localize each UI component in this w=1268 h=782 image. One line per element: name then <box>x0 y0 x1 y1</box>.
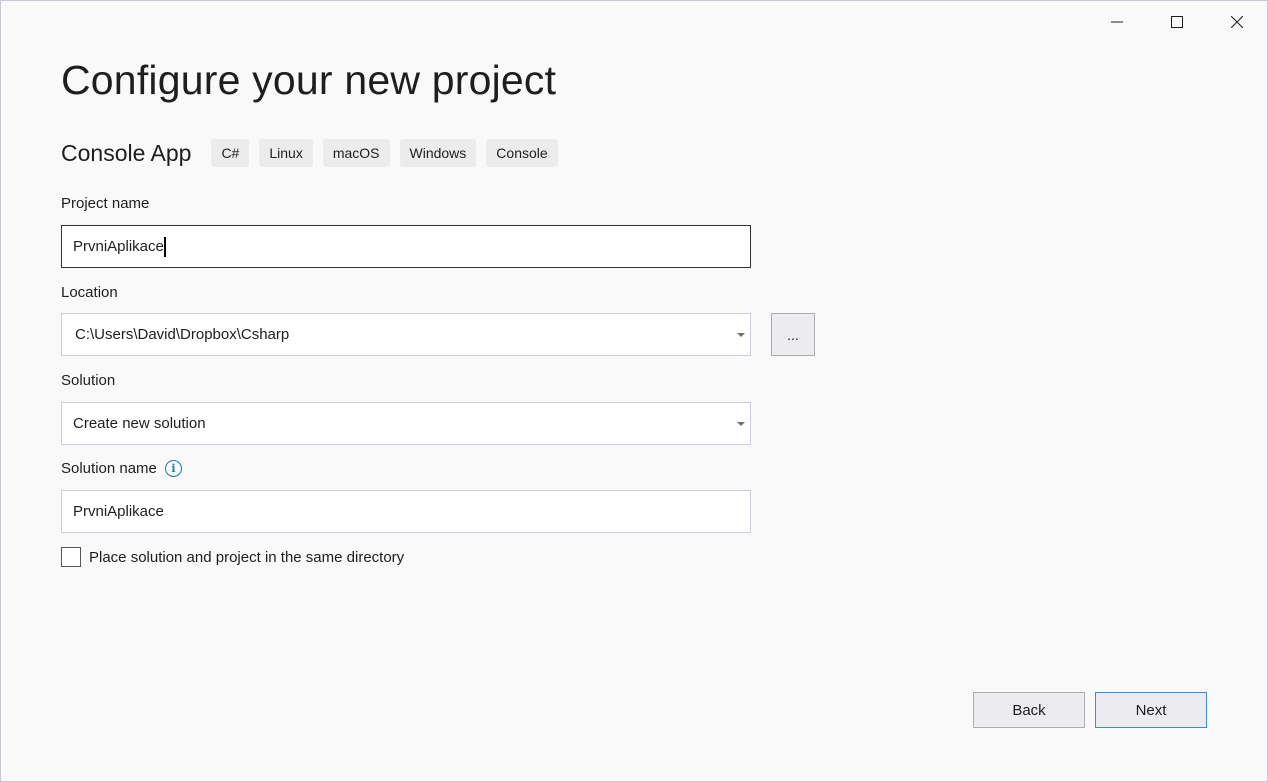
maximize-button[interactable] <box>1147 1 1207 43</box>
window-controls <box>1087 1 1267 43</box>
project-name-value: PrvniAplikace <box>73 238 164 255</box>
minimize-button[interactable] <box>1087 1 1147 43</box>
page-title: Configure your new project <box>61 57 557 103</box>
chevron-down-icon[interactable] <box>737 333 745 337</box>
next-button[interactable]: Next <box>1095 692 1207 728</box>
same-directory-checkbox[interactable] <box>61 547 81 567</box>
solution-dropdown[interactable]: Create new solution <box>61 402 751 445</box>
info-icon[interactable]: i <box>164 460 182 477</box>
tag-platform-windows: Windows <box>399 139 477 167</box>
location-label: Location <box>61 284 118 301</box>
solution-label: Solution <box>61 372 116 389</box>
template-name: Console App <box>61 139 192 166</box>
close-icon <box>1231 16 1243 28</box>
location-value: C:\Users\David\Dropbox\Csharp <box>75 326 290 343</box>
solution-name-value: PrvniAplikace <box>73 503 164 520</box>
browse-location-button[interactable]: ... <box>771 313 815 356</box>
same-directory-label[interactable]: Place solution and project in the same d… <box>89 549 404 566</box>
location-combobox[interactable]: C:\Users\David\Dropbox\Csharp <box>61 313 751 356</box>
solution-name-input[interactable]: PrvniAplikace <box>61 490 751 533</box>
back-button[interactable]: Back <box>973 692 1085 728</box>
tag-platform-linux: Linux <box>259 139 313 167</box>
project-name-input[interactable]: PrvniAplikace <box>61 225 751 268</box>
project-name-label: Project name <box>61 195 150 212</box>
chevron-down-icon[interactable] <box>737 422 745 426</box>
minimize-icon <box>1111 21 1123 23</box>
same-directory-option[interactable]: Place solution and project in the same d… <box>61 547 404 567</box>
template-info: Console App C# Linux macOS Windows Conso… <box>61 139 568 167</box>
tag-platform-macos: macOS <box>322 139 390 167</box>
solution-name-label: Solution name <box>61 460 157 477</box>
tag-project-type: Console <box>486 139 558 167</box>
maximize-icon <box>1171 16 1183 28</box>
text-caret <box>163 236 166 257</box>
solution-name-label-row: Solution name i <box>61 460 182 477</box>
solution-value: Create new solution <box>73 415 206 432</box>
tag-language: C# <box>211 139 250 167</box>
close-button[interactable] <box>1207 1 1267 43</box>
